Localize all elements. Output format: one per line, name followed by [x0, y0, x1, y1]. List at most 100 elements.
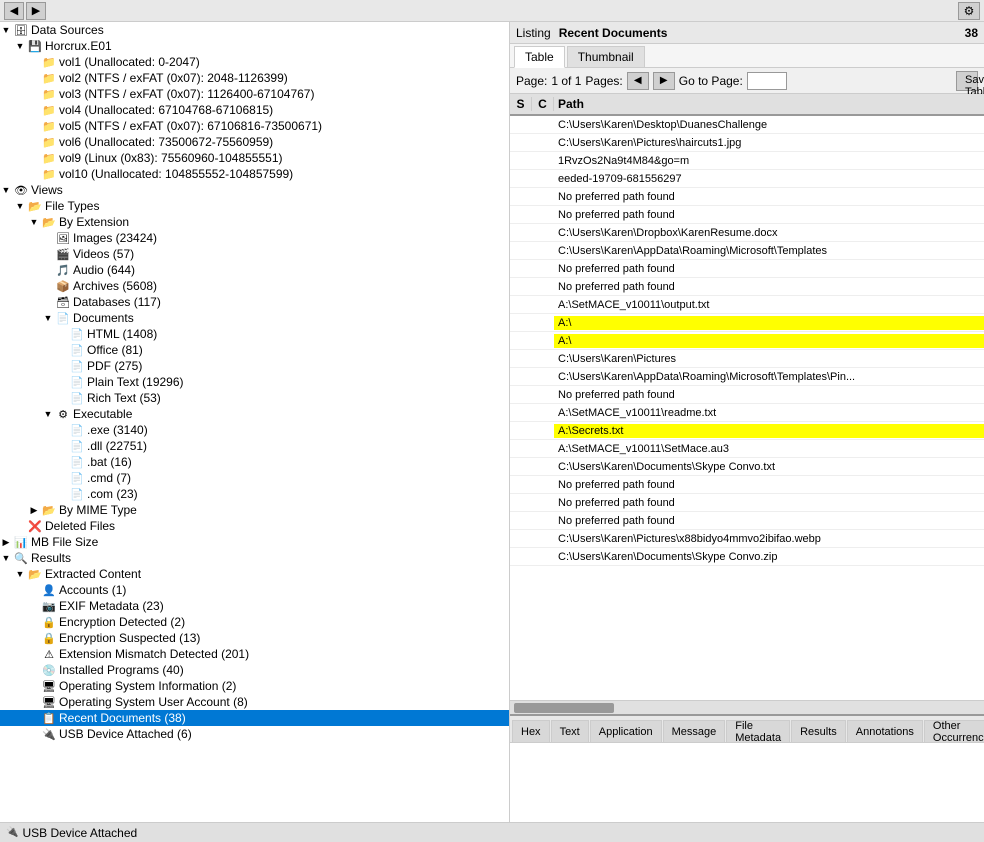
expander-vol5[interactable]	[28, 120, 40, 132]
expander-results[interactable]: ▼	[0, 552, 12, 564]
tree-item-usb-device[interactable]: 🔌 USB Device Attached (6)	[0, 726, 509, 742]
tree-item-office[interactable]: 📄 Office (81)	[0, 342, 509, 358]
expander-vol1[interactable]	[28, 56, 40, 68]
next-page-button[interactable]: ▶	[653, 72, 675, 90]
tree-item-extracted-content[interactable]: ▼ 📂 Extracted Content	[0, 566, 509, 582]
expander-views[interactable]: ▼	[0, 184, 12, 196]
tree-item-os-info[interactable]: 🖥 Operating System Information (2)	[0, 678, 509, 694]
bottom-tab-file-metadata[interactable]: File Metadata	[726, 720, 790, 742]
table-row[interactable]: C:\Users\Karen\Desktop\DuanesChallenge	[510, 116, 984, 134]
expander-databases[interactable]	[42, 296, 54, 308]
tab-table[interactable]: Table	[514, 46, 565, 68]
table-row[interactable]: C:\Users\Karen\AppData\Roaming\Microsoft…	[510, 242, 984, 260]
tree-item-views[interactable]: ▼ 👁 Views	[0, 182, 509, 198]
tree-item-extension-mismatch[interactable]: ⚠ Extension Mismatch Detected (201)	[0, 646, 509, 662]
expander-accounts[interactable]	[28, 584, 40, 596]
save-table-button[interactable]: Save Table as	[956, 71, 978, 91]
expander-os-info[interactable]	[28, 680, 40, 692]
table-row[interactable]: C:\Users\Karen\Documents\Skype Convo.txt	[510, 458, 984, 476]
expander-extension-mismatch[interactable]	[28, 648, 40, 660]
tree-item-exe[interactable]: 📄 .exe (3140)	[0, 422, 509, 438]
tree-item-bat[interactable]: 📄 .bat (16)	[0, 454, 509, 470]
table-row[interactable]: C:\Users\Karen\Pictures\x88bidyo4mmvo2ib…	[510, 530, 984, 548]
expander-file-types[interactable]: ▼	[14, 200, 26, 212]
tree-item-installed-programs[interactable]: 💿 Installed Programs (40)	[0, 662, 509, 678]
expander-audio[interactable]	[42, 264, 54, 276]
expander-vol2[interactable]	[28, 72, 40, 84]
table-row[interactable]: C:\Users\Karen\Documents\Skype Convo.zip	[510, 548, 984, 566]
tree-item-vol1[interactable]: 📁 vol1 (Unallocated: 0-2047)	[0, 54, 509, 70]
table-row[interactable]: A:\	[510, 314, 984, 332]
back-button[interactable]: ◀	[4, 2, 24, 20]
tree-item-vol10[interactable]: 📁 vol10 (Unallocated: 104855552-10485759…	[0, 166, 509, 182]
settings-button[interactable]: ⚙	[958, 2, 980, 20]
tree-item-file-types[interactable]: ▼ 📂 File Types	[0, 198, 509, 214]
expander-usb-device[interactable]	[28, 728, 40, 740]
expander-horcrux[interactable]: ▼	[14, 40, 26, 52]
tab-thumbnail[interactable]: Thumbnail	[567, 46, 645, 67]
table-row[interactable]: eeded-19709-681556297	[510, 170, 984, 188]
expander-mb-filesize[interactable]: ▶	[0, 536, 12, 548]
tree-item-html[interactable]: 📄 HTML (1408)	[0, 326, 509, 342]
table-row[interactable]: C:\Users\Karen\Pictures\haircuts1.jpg	[510, 134, 984, 152]
table-row[interactable]: C:\Users\Karen\Dropbox\KarenResume.docx	[510, 224, 984, 242]
table-row[interactable]: C:\Users\Karen\Pictures	[510, 350, 984, 368]
tree-item-archives[interactable]: 📦 Archives (5608)	[0, 278, 509, 294]
expander-images[interactable]	[42, 232, 54, 244]
expander-plaintext[interactable]	[56, 376, 68, 388]
tree-item-documents[interactable]: ▼ 📄 Documents	[0, 310, 509, 326]
table-row[interactable]: No preferred path found	[510, 476, 984, 494]
tree-item-com[interactable]: 📄 .com (23)	[0, 486, 509, 502]
tree-item-results[interactable]: ▼ 🔍 Results	[0, 550, 509, 566]
expander-pdf[interactable]	[56, 360, 68, 372]
expander-html[interactable]	[56, 328, 68, 340]
table-row[interactable]: No preferred path found	[510, 278, 984, 296]
expander-os-user-account[interactable]	[28, 696, 40, 708]
bottom-tab-hex[interactable]: Hex	[512, 720, 550, 742]
tree-item-richtext[interactable]: 📄 Rich Text (53)	[0, 390, 509, 406]
expander-documents[interactable]: ▼	[42, 312, 54, 324]
expander-richtext[interactable]	[56, 392, 68, 404]
bottom-tab-application[interactable]: Application	[590, 720, 662, 742]
tree-item-recent-docs[interactable]: 📋 Recent Documents (38)	[0, 710, 509, 726]
tree-item-audio[interactable]: 🎵 Audio (644)	[0, 262, 509, 278]
expander-data-sources[interactable]: ▼	[0, 24, 12, 36]
expander-encryption-suspected[interactable]	[28, 632, 40, 644]
tree-item-encryption-suspected[interactable]: 🔒 Encryption Suspected (13)	[0, 630, 509, 646]
table-row[interactable]: C:\Users\Karen\AppData\Roaming\Microsoft…	[510, 368, 984, 386]
bottom-tab-message[interactable]: Message	[663, 720, 726, 742]
tree-item-deleted[interactable]: ❌ Deleted Files	[0, 518, 509, 534]
table-row[interactable]: No preferred path found	[510, 512, 984, 530]
tree-item-vol4[interactable]: 📁 vol4 (Unallocated: 67104768-67106815)	[0, 102, 509, 118]
table-row[interactable]: A:\Secrets.txt	[510, 422, 984, 440]
expander-vol4[interactable]	[28, 104, 40, 116]
tree-item-executable[interactable]: ▼ ⚙ Executable	[0, 406, 509, 422]
expander-exe[interactable]	[56, 424, 68, 436]
expander-videos[interactable]	[42, 248, 54, 260]
tree-item-exif-metadata[interactable]: 📷 EXIF Metadata (23)	[0, 598, 509, 614]
goto-input[interactable]	[747, 72, 787, 90]
expander-recent-docs[interactable]	[28, 712, 40, 724]
tree-container[interactable]: ▼ 🗄 Data Sources ▼ 💾 Horcrux.E01 📁 vol1 …	[0, 22, 509, 822]
tree-item-by-mime[interactable]: ▶ 📂 By MIME Type	[0, 502, 509, 518]
tree-item-vol5[interactable]: 📁 vol5 (NTFS / exFAT (0x07): 67106816-73…	[0, 118, 509, 134]
tree-item-horcrux[interactable]: ▼ 💾 Horcrux.E01	[0, 38, 509, 54]
tree-item-vol9[interactable]: 📁 vol9 (Linux (0x83): 75560960-104855551…	[0, 150, 509, 166]
tree-item-mb-filesize[interactable]: ▶ 📊 MB File Size	[0, 534, 509, 550]
expander-deleted[interactable]	[14, 520, 26, 532]
tree-item-vol6[interactable]: 📁 vol6 (Unallocated: 73500672-75560959)	[0, 134, 509, 150]
expander-bat[interactable]	[56, 456, 68, 468]
table-row[interactable]: A:\SetMACE_v10011\readme.txt	[510, 404, 984, 422]
table-row[interactable]: No preferred path found	[510, 494, 984, 512]
expander-vol9[interactable]	[28, 152, 40, 164]
expander-cmd[interactable]	[56, 472, 68, 484]
expander-encryption-detected[interactable]	[28, 616, 40, 628]
expander-executable[interactable]: ▼	[42, 408, 54, 420]
table-row[interactable]: No preferred path found	[510, 386, 984, 404]
expander-vol10[interactable]	[28, 168, 40, 180]
table-row[interactable]: No preferred path found	[510, 188, 984, 206]
table-row[interactable]: A:\SetMACE_v10011\SetMace.au3	[510, 440, 984, 458]
expander-office[interactable]	[56, 344, 68, 356]
expander-extracted-content[interactable]: ▼	[14, 568, 26, 580]
tree-item-vol2[interactable]: 📁 vol2 (NTFS / exFAT (0x07): 2048-112639…	[0, 70, 509, 86]
